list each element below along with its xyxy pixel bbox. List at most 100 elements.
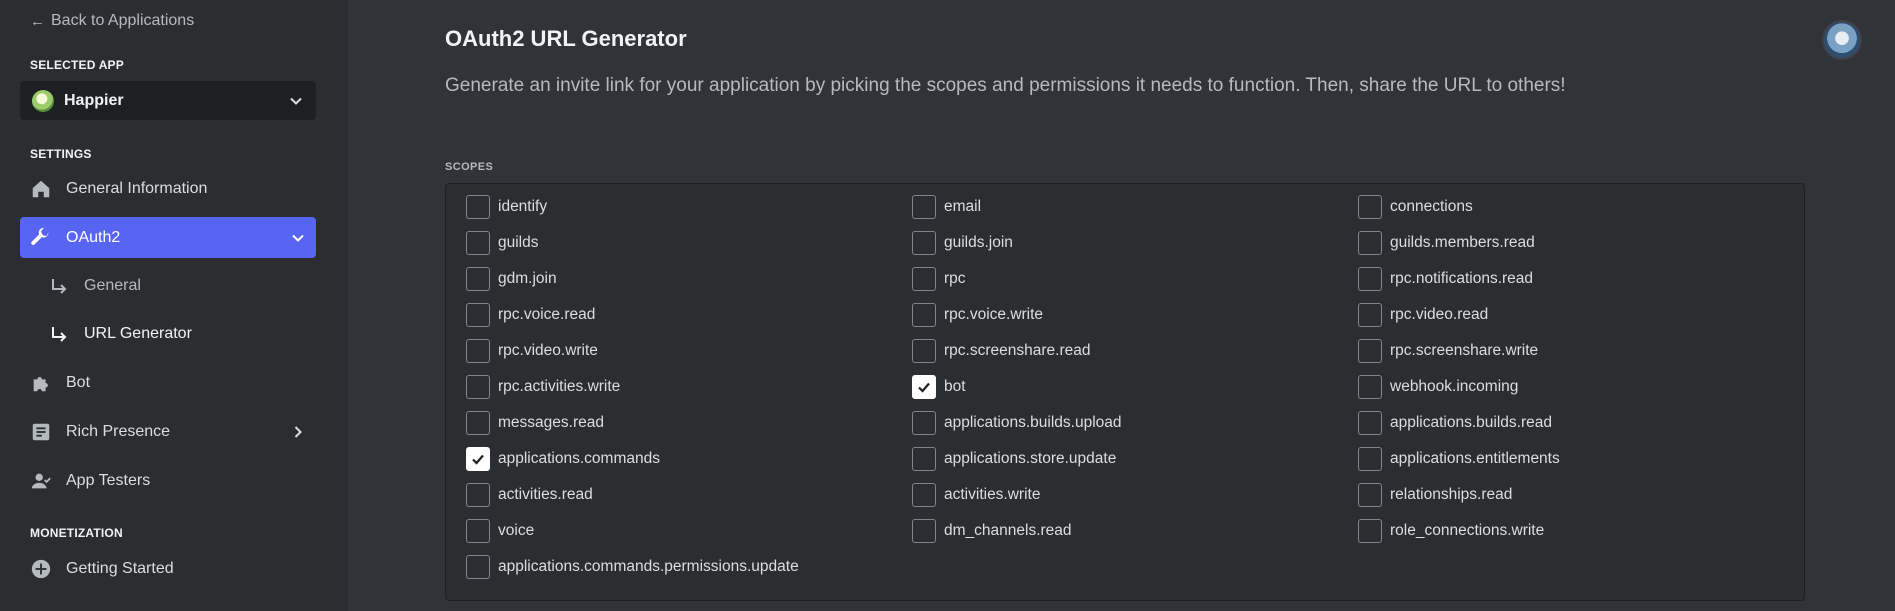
scope-checkbox-relationships-read[interactable]: relationships.read [1358,482,1512,508]
checkbox-unchecked[interactable] [912,519,936,543]
checkbox-checked[interactable] [912,375,936,399]
scope-checkbox-guilds-members-read[interactable]: guilds.members.read [1358,230,1535,256]
nav-app-testers[interactable]: App Testers [20,460,316,501]
scope-checkbox-rpc[interactable]: rpc [912,266,966,292]
nav-rich-presence[interactable]: Rich Presence [20,411,316,452]
scope-checkbox-rpc-voice-read[interactable]: rpc.voice.read [466,302,595,328]
nav-sub-url-generator[interactable]: URL Generator [50,317,316,351]
checkbox-unchecked[interactable] [466,555,490,579]
scope-label: connections [1390,198,1473,215]
scope-checkbox-role-connections-write[interactable]: role_connections.write [1358,518,1544,544]
scope-checkbox-guilds-join[interactable]: guilds.join [912,230,1013,256]
scope-checkbox-applications-commands-permissions-update[interactable]: applications.commands.permissions.update [466,554,799,580]
nav-sub-general[interactable]: General [50,269,316,303]
scope-label: activities.write [944,486,1041,503]
checkbox-unchecked[interactable] [466,303,490,327]
scope-label: rpc.voice.write [944,306,1044,323]
page-title: OAuth2 URL Generator [445,26,687,51]
nav-label: Bot [66,373,91,391]
checkbox-unchecked[interactable] [1358,267,1382,291]
scope-checkbox-applications-commands[interactable]: applications.commands [466,446,660,472]
back-to-applications-link[interactable]: ← Back to Applications [30,12,194,30]
scope-checkbox-rpc-video-write[interactable]: rpc.video.write [466,338,598,364]
checkbox-unchecked[interactable] [912,447,936,471]
scope-label: applications.store.update [944,450,1117,467]
scope-checkbox-rpc-activities-write[interactable]: rpc.activities.write [466,374,620,400]
chevron-right-icon [290,424,306,440]
page-description: Generate an invite link for your applica… [445,75,1566,96]
checkbox-unchecked[interactable] [1358,303,1382,327]
plus-circle-icon [30,558,52,580]
scope-label: bot [944,378,966,395]
scope-checkbox-bot[interactable]: bot [912,374,966,400]
checkbox-unchecked[interactable] [466,231,490,255]
checkbox-unchecked[interactable] [466,411,490,435]
scope-checkbox-activities-read[interactable]: activities.read [466,482,593,508]
scope-checkbox-email[interactable]: email [912,194,981,220]
back-label: Back to Applications [51,12,195,29]
chevron-down-icon [290,230,306,246]
scope-checkbox-rpc-voice-write[interactable]: rpc.voice.write [912,302,1043,328]
settings-label: SETTINGS [30,147,92,161]
checkbox-unchecked[interactable] [1358,339,1382,363]
scope-checkbox-applications-builds-upload[interactable]: applications.builds.upload [912,410,1122,436]
scope-label: identify [498,198,548,215]
checkbox-unchecked[interactable] [466,267,490,291]
nav-bot[interactable]: Bot [20,362,316,403]
scope-checkbox-applications-store-update[interactable]: applications.store.update [912,446,1116,472]
scope-checkbox-voice[interactable]: voice [466,518,534,544]
scope-checkbox-applications-builds-read[interactable]: applications.builds.read [1358,410,1552,436]
checkbox-unchecked[interactable] [912,195,936,219]
checkbox-unchecked[interactable] [466,483,490,507]
scope-label: applications.builds.upload [944,414,1122,431]
checkbox-unchecked[interactable] [912,267,936,291]
checkbox-unchecked[interactable] [1358,447,1382,471]
checkbox-unchecked[interactable] [1358,519,1382,543]
checkbox-unchecked[interactable] [466,375,490,399]
scope-checkbox-gdm-join[interactable]: gdm.join [466,266,557,292]
scope-label: guilds [498,234,539,251]
nav-general-information[interactable]: General Information [20,168,316,209]
scope-checkbox-rpc-screenshare-write[interactable]: rpc.screenshare.write [1358,338,1538,364]
checkbox-unchecked[interactable] [466,339,490,363]
nav-oauth2[interactable]: OAuth2 [20,217,316,258]
sidebar: ← Back to Applications SELECTED APP Happ… [0,0,348,611]
checkbox-unchecked[interactable] [912,231,936,255]
checkbox-unchecked[interactable] [1358,411,1382,435]
scope-checkbox-applications-entitlements[interactable]: applications.entitlements [1358,446,1560,472]
scope-checkbox-connections[interactable]: connections [1358,194,1473,220]
nav-label: Rich Presence [66,422,171,440]
chevron-down-icon [288,93,304,109]
arrow-left-icon: ← [30,12,45,30]
checkbox-unchecked[interactable] [912,339,936,363]
checkbox-unchecked[interactable] [466,519,490,543]
nav-getting-started[interactable]: Getting Started [20,548,316,589]
checkbox-unchecked[interactable] [912,411,936,435]
puzzle-icon [30,372,52,394]
checkbox-unchecked[interactable] [912,483,936,507]
scope-label: applications.entitlements [1390,450,1560,467]
nav-label: App Testers [66,471,151,489]
checkbox-unchecked[interactable] [912,303,936,327]
user-avatar[interactable] [1822,20,1862,60]
scope-checkbox-identify[interactable]: identify [466,194,547,220]
scope-label: rpc.screenshare.read [944,342,1091,359]
checkbox-unchecked[interactable] [466,195,490,219]
scope-checkbox-rpc-screenshare-read[interactable]: rpc.screenshare.read [912,338,1090,364]
scope-checkbox-messages-read[interactable]: messages.read [466,410,604,436]
checkbox-unchecked[interactable] [1358,195,1382,219]
scope-checkbox-guilds[interactable]: guilds [466,230,539,256]
scope-checkbox-rpc-notifications-read[interactable]: rpc.notifications.read [1358,266,1533,292]
scope-checkbox-rpc-video-read[interactable]: rpc.video.read [1358,302,1488,328]
checkbox-checked[interactable] [466,447,490,471]
checkbox-unchecked[interactable] [1358,375,1382,399]
checkbox-unchecked[interactable] [1358,231,1382,255]
scope-checkbox-activities-write[interactable]: activities.write [912,482,1040,508]
scope-label: rpc.video.read [1390,306,1489,323]
checkbox-unchecked[interactable] [1358,483,1382,507]
scope-label: rpc.screenshare.write [1390,342,1539,359]
app-selector[interactable]: Happier [20,81,316,120]
scope-checkbox-webhook-incoming[interactable]: webhook.incoming [1358,374,1518,400]
scope-checkbox-dm-channels-read[interactable]: dm_channels.read [912,518,1072,544]
scope-label: role_connections.write [1390,522,1545,539]
